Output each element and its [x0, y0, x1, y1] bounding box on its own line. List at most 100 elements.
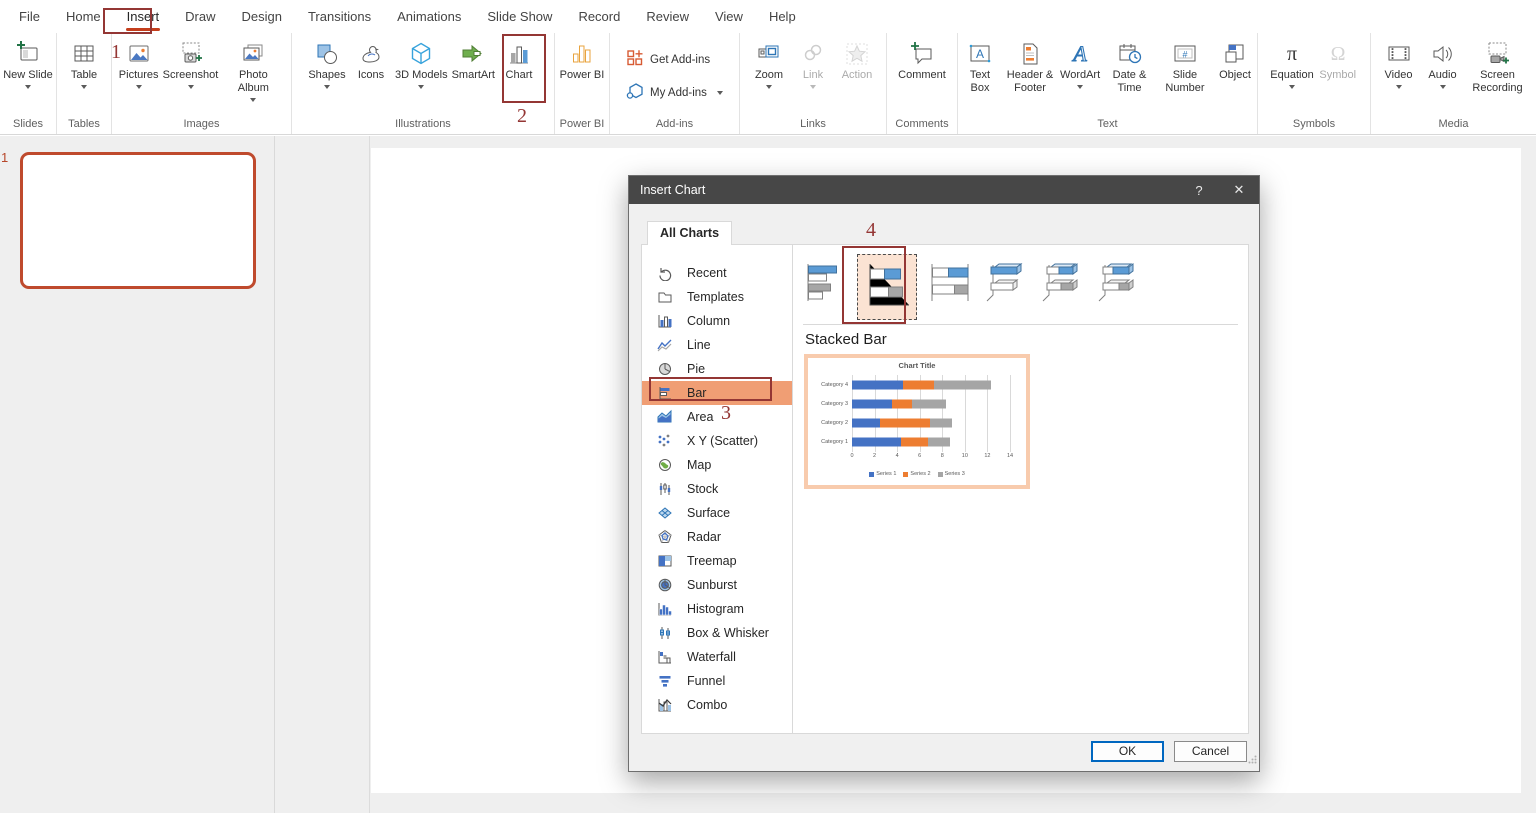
icons-button[interactable]: Icons [349, 36, 393, 85]
photo-album-button[interactable]: Photo Album [220, 36, 286, 105]
chart-type-column[interactable]: Column [642, 309, 792, 333]
dialog-body: Recent Templates Column Line Pie Bar Are… [641, 244, 1249, 734]
subtype-3d-100-stacked-bar[interactable] [1093, 257, 1141, 313]
chart-type-label: Templates [687, 290, 744, 304]
header-footer-icon [1017, 39, 1043, 69]
menu-file[interactable]: File [6, 1, 53, 33]
chart-type-surface[interactable]: Surface [642, 501, 792, 525]
chart-type-label: Column [687, 314, 730, 328]
subtype-100-stacked-bar[interactable] [925, 257, 973, 313]
menu-draw[interactable]: Draw [172, 1, 228, 33]
chart-type-box-whisker[interactable]: Box & Whisker [642, 621, 792, 645]
chart-type-line[interactable]: Line [642, 333, 792, 357]
chart-type-recent[interactable]: Recent [642, 261, 792, 285]
power-bi-button[interactable]: Power BI [558, 36, 607, 85]
chart-type-templates[interactable]: Templates [642, 285, 792, 309]
chart-type-bar[interactable]: Bar [642, 381, 792, 405]
menu-record[interactable]: Record [565, 1, 633, 33]
group-label: Tables [68, 116, 100, 134]
chart-type-waterfall[interactable]: Waterfall [642, 645, 792, 669]
menu-design[interactable]: Design [229, 1, 295, 33]
box-whisker-chart-icon [656, 625, 673, 642]
chart-preview[interactable]: Chart Title Category 4Category 3Category… [804, 354, 1030, 489]
group-label: Slides [13, 116, 43, 134]
chart-type-treemap[interactable]: Treemap [642, 549, 792, 573]
chart-type-label: Histogram [687, 602, 744, 616]
chart-type-stock[interactable]: Stock [642, 477, 792, 501]
audio-button[interactable]: Audio [1421, 36, 1465, 92]
screenshot-button[interactable]: Screenshot [161, 36, 221, 92]
button-label: Power BI [560, 69, 605, 82]
wordart-button[interactable]: A WordArt [1058, 36, 1102, 92]
group-slides: New Slide Slides [0, 33, 57, 134]
slide-thumbnail-panel: 1 [0, 136, 275, 813]
screen-recording-button[interactable]: Screen Recording [1465, 36, 1531, 98]
icons-duck-icon [358, 39, 384, 69]
get-add-ins-button[interactable]: Get Add-ins [620, 46, 729, 73]
button-label: Slide Number [1159, 69, 1211, 95]
chart-type-histogram[interactable]: Histogram [642, 597, 792, 621]
chevron-down-icon [418, 85, 424, 89]
subtype-3d-stacked-bar[interactable] [1037, 257, 1085, 313]
chart-type-label: Surface [687, 506, 730, 520]
surface-chart-icon [656, 505, 673, 522]
subtype-3d-clustered-bar[interactable] [981, 257, 1029, 313]
shapes-button[interactable]: Shapes [305, 36, 349, 92]
menu-slide-show[interactable]: Slide Show [474, 1, 565, 33]
slide-thumbnail[interactable] [20, 152, 256, 289]
button-label: Comment [898, 69, 946, 82]
powerpoint-app: File Home Insert Draw Design Transitions… [0, 0, 1536, 813]
chart-type-area[interactable]: Area [642, 405, 792, 429]
menu-transitions[interactable]: Transitions [295, 1, 384, 33]
chart-type-funnel[interactable]: Funnel [642, 669, 792, 693]
funnel-chart-icon [656, 673, 673, 690]
menu-help[interactable]: Help [756, 1, 809, 33]
chart-legend: Series 1Series 2Series 3 [808, 471, 1026, 477]
ok-button[interactable]: OK [1091, 741, 1164, 762]
object-button[interactable]: Object [1213, 36, 1257, 85]
button-label: Header & Footer [1004, 69, 1056, 95]
new-slide-button[interactable]: New Slide [1, 36, 55, 92]
text-box-button[interactable]: A Text Box [958, 36, 1002, 98]
comment-icon [909, 39, 935, 69]
radar-chart-icon [656, 529, 673, 546]
header-footer-button[interactable]: Header & Footer [1002, 36, 1058, 98]
area-chart-icon [656, 409, 673, 426]
button-label: SmartArt [452, 69, 495, 82]
menu-animations[interactable]: Animations [384, 1, 474, 33]
help-icon[interactable]: ? [1179, 176, 1219, 204]
slide-number-button[interactable]: # Slide Number [1157, 36, 1213, 98]
3d-models-button[interactable]: 3D Models [393, 36, 450, 92]
menu-review[interactable]: Review [633, 1, 702, 33]
tab-all-charts[interactable]: All Charts [647, 221, 732, 245]
chart-type-combo[interactable]: Combo [642, 693, 792, 717]
cancel-button[interactable]: Cancel [1174, 741, 1247, 762]
subtype-stacked-bar[interactable] [857, 254, 917, 320]
button-label: Icons [358, 69, 384, 82]
menu-view[interactable]: View [702, 1, 756, 33]
chart-type-xy-scatter[interactable]: X Y (Scatter) [642, 429, 792, 453]
dialog-titlebar[interactable]: Insert Chart ? ✕ [629, 176, 1259, 204]
pictures-button[interactable]: Pictures [117, 36, 161, 92]
menu-home[interactable]: Home [53, 1, 114, 33]
action-star-icon [844, 39, 870, 69]
video-button[interactable]: Video [1377, 36, 1421, 92]
chevron-down-icon [810, 85, 816, 89]
chart-button[interactable]: Chart [497, 36, 541, 85]
chart-type-radar[interactable]: Radar [642, 525, 792, 549]
chart-type-pie[interactable]: Pie [642, 357, 792, 381]
close-icon[interactable]: ✕ [1219, 176, 1259, 204]
menu-insert[interactable]: Insert [114, 1, 173, 33]
chart-type-sunburst[interactable]: Sunburst [642, 573, 792, 597]
my-add-ins-button[interactable]: My Add-ins [620, 79, 729, 106]
subtype-clustered-bar[interactable] [801, 257, 849, 313]
equation-button[interactable]: π Equation [1268, 36, 1315, 92]
resize-grip-icon[interactable] [1248, 751, 1257, 769]
comment-button[interactable]: Comment [896, 36, 948, 85]
table-button[interactable]: Table [62, 36, 106, 92]
smartart-button[interactable]: SmartArt [450, 36, 497, 85]
zoom-button[interactable]: Zoom [747, 36, 791, 92]
date-time-button[interactable]: Date & Time [1102, 36, 1157, 98]
group-label: Images [183, 116, 219, 134]
chart-type-map[interactable]: Map [642, 453, 792, 477]
